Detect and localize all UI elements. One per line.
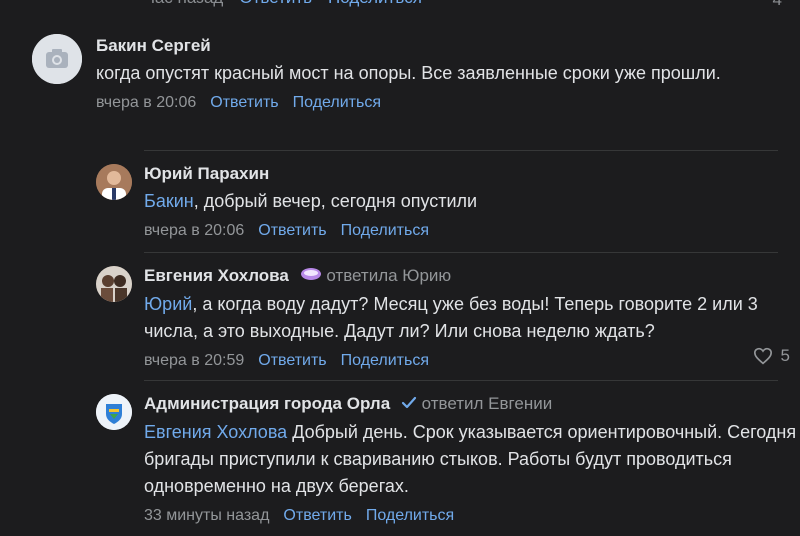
replied-to[interactable]: ответил Евгении xyxy=(422,394,553,413)
avatar[interactable] xyxy=(96,394,132,430)
author-name[interactable]: Администрация города Орла xyxy=(144,394,390,413)
comment-meta: вчера в 20:59 Ответить Поделиться xyxy=(144,352,800,370)
heart-icon xyxy=(753,347,772,365)
reply-button[interactable]: Ответить xyxy=(258,352,326,370)
comment-body: , добрый вечер, сегодня опустили xyxy=(193,191,478,211)
user-photo-icon xyxy=(96,164,132,200)
city-emblem-icon xyxy=(96,394,132,430)
reply-button[interactable]: Ответить xyxy=(210,94,278,112)
share-button[interactable]: Поделиться xyxy=(341,352,429,370)
reply-button[interactable]: Ответить xyxy=(258,222,326,240)
previous-share-link[interactable]: Поделиться xyxy=(328,0,422,8)
avatar[interactable] xyxy=(96,164,132,200)
comment-text: когда опустят красный мост на опоры. Все… xyxy=(96,63,721,83)
comment-text: Юрий, а когда воду дадут? Месяц уже без … xyxy=(144,291,800,345)
previous-time: час назад xyxy=(146,0,223,8)
share-button[interactable]: Поделиться xyxy=(341,222,429,240)
divider xyxy=(144,380,778,381)
author-name[interactable]: Бакин Сергей xyxy=(96,36,756,56)
like-button[interactable]: 5 xyxy=(753,346,790,366)
camera-icon xyxy=(32,34,82,84)
avatar[interactable] xyxy=(32,34,82,84)
comment-time[interactable]: вчера в 20:06 xyxy=(144,222,244,240)
comment-time[interactable]: вчера в 20:06 xyxy=(96,94,196,112)
comment-text: Бакин, добрый вечер, сегодня опустили xyxy=(144,188,784,215)
divider xyxy=(144,150,778,151)
mention-link[interactable]: Евгения Хохлова xyxy=(144,422,287,442)
author-line: Администрация города Орла ответил Евгени… xyxy=(144,394,800,415)
comment-meta: 33 минуты назад Ответить Поделиться xyxy=(144,507,800,525)
donut-badge-icon[interactable] xyxy=(300,266,322,287)
previous-like-count[interactable]: 4 xyxy=(773,0,782,10)
comment-meta: вчера в 20:06 Ответить Поделиться xyxy=(144,222,784,240)
previous-reply-link[interactable]: Ответить xyxy=(239,0,312,8)
user-photo-icon xyxy=(96,266,132,302)
author-name[interactable]: Евгения Хохлова xyxy=(144,266,289,285)
author-name[interactable]: Юрий Парахин xyxy=(144,164,784,184)
previous-comment-meta: час назад Ответить Поделиться xyxy=(146,0,422,8)
comment-meta: вчера в 20:06 Ответить Поделиться xyxy=(96,94,756,112)
reply-button[interactable]: Ответить xyxy=(283,507,351,525)
author-line: Евгения Хохлова ответила Юрию xyxy=(144,266,800,287)
comment-body: , а когда воду дадут? Месяц уже без воды… xyxy=(144,294,758,342)
replied-to[interactable]: ответила Юрию xyxy=(326,266,451,285)
mention-link[interactable]: Бакин xyxy=(144,191,194,211)
divider xyxy=(144,252,778,253)
comment-time[interactable]: 33 минуты назад xyxy=(144,507,269,525)
share-button[interactable]: Поделиться xyxy=(366,507,454,525)
like-count: 5 xyxy=(780,346,790,365)
mention-link[interactable]: Юрий xyxy=(144,294,192,314)
share-button[interactable]: Поделиться xyxy=(293,94,381,112)
comment-time[interactable]: вчера в 20:59 xyxy=(144,352,244,370)
verified-check-icon xyxy=(401,395,417,415)
avatar[interactable] xyxy=(96,266,132,302)
comment-text: Евгения Хохлова Добрый день. Срок указыв… xyxy=(144,419,800,500)
